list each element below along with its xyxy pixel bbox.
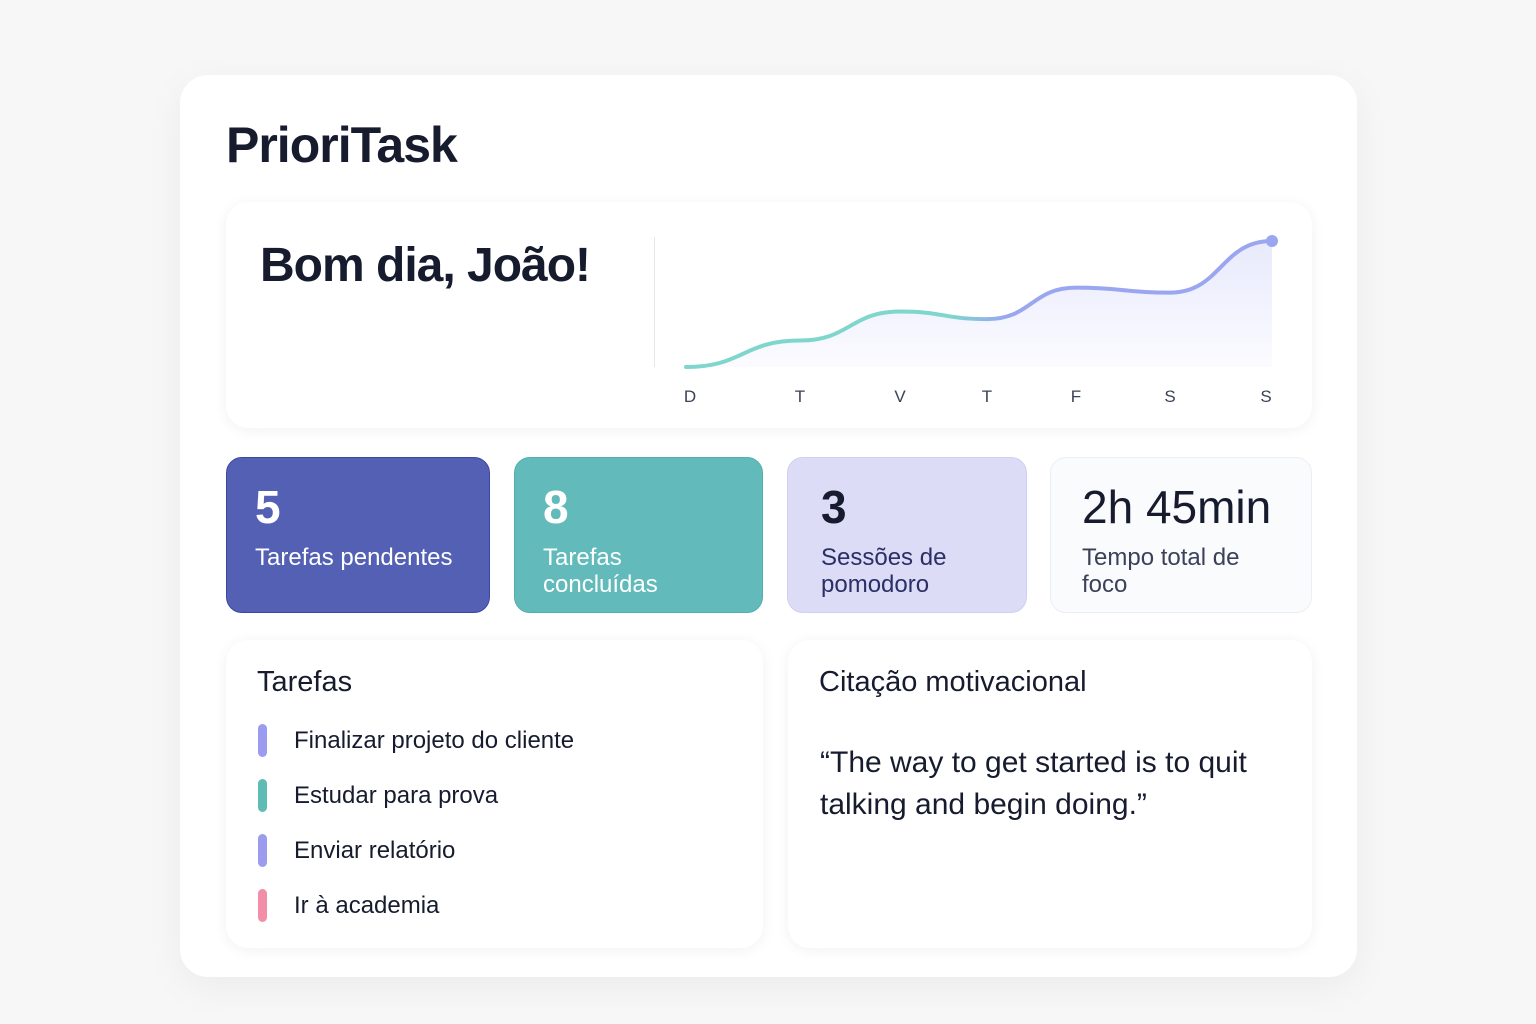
quote-heading: Citação motivacional: [819, 666, 1087, 698]
x-tick-label: V: [894, 387, 906, 406]
task-label: Enviar relatório: [294, 836, 456, 864]
quote-text: “The way to get started is to quit talki…: [820, 746, 1247, 821]
stat-completed: 8 Tarefas concluídas: [514, 457, 763, 613]
chart-endpoint: [1266, 235, 1278, 247]
chart-area: [686, 241, 1272, 367]
x-tick-label: T: [795, 387, 805, 406]
stat-label: Sessões de pomodoro: [821, 544, 947, 598]
priority-indicator: [258, 724, 267, 757]
task-item[interactable]: Enviar relatório: [258, 834, 455, 867]
task-label: Ir à academia: [294, 891, 440, 919]
stat-label: Tarefas concluídas: [543, 544, 658, 598]
stat-value: 8: [543, 481, 569, 533]
stat-label: Tempo total de foco: [1082, 544, 1240, 598]
task-label: Finalizar projeto do cliente: [294, 726, 575, 754]
x-tick-label: F: [1071, 387, 1081, 406]
stat-value: 2h 45min: [1082, 481, 1272, 533]
x-tick-label: S: [1260, 387, 1271, 406]
stat-pending: 5 Tarefas pendentes: [226, 457, 490, 613]
x-tick-label: D: [684, 387, 696, 406]
x-tick-label: T: [982, 387, 992, 406]
stat-label: Tarefas pendentes: [255, 544, 453, 571]
stat-value: 3: [821, 481, 847, 533]
stat-value: 5: [255, 481, 281, 533]
x-tick-label: S: [1164, 387, 1175, 406]
priority-indicator: [258, 834, 267, 867]
priority-indicator: [258, 889, 267, 922]
task-item[interactable]: Ir à academia: [258, 889, 439, 922]
stat-pomodoro: 3 Sessões de pomodoro: [787, 457, 1027, 613]
priority-indicator: [258, 779, 267, 812]
task-label: Estudar para prova: [294, 781, 499, 809]
stat-focus-time: 2h 45min Tempo total de foco: [1050, 457, 1312, 613]
task-item[interactable]: Finalizar projeto do cliente: [258, 724, 574, 757]
tasks-heading: Tarefas: [257, 666, 353, 698]
task-item[interactable]: Estudar para prova: [258, 779, 498, 812]
weekly-chart: DTVTFSS: [684, 235, 1278, 406]
